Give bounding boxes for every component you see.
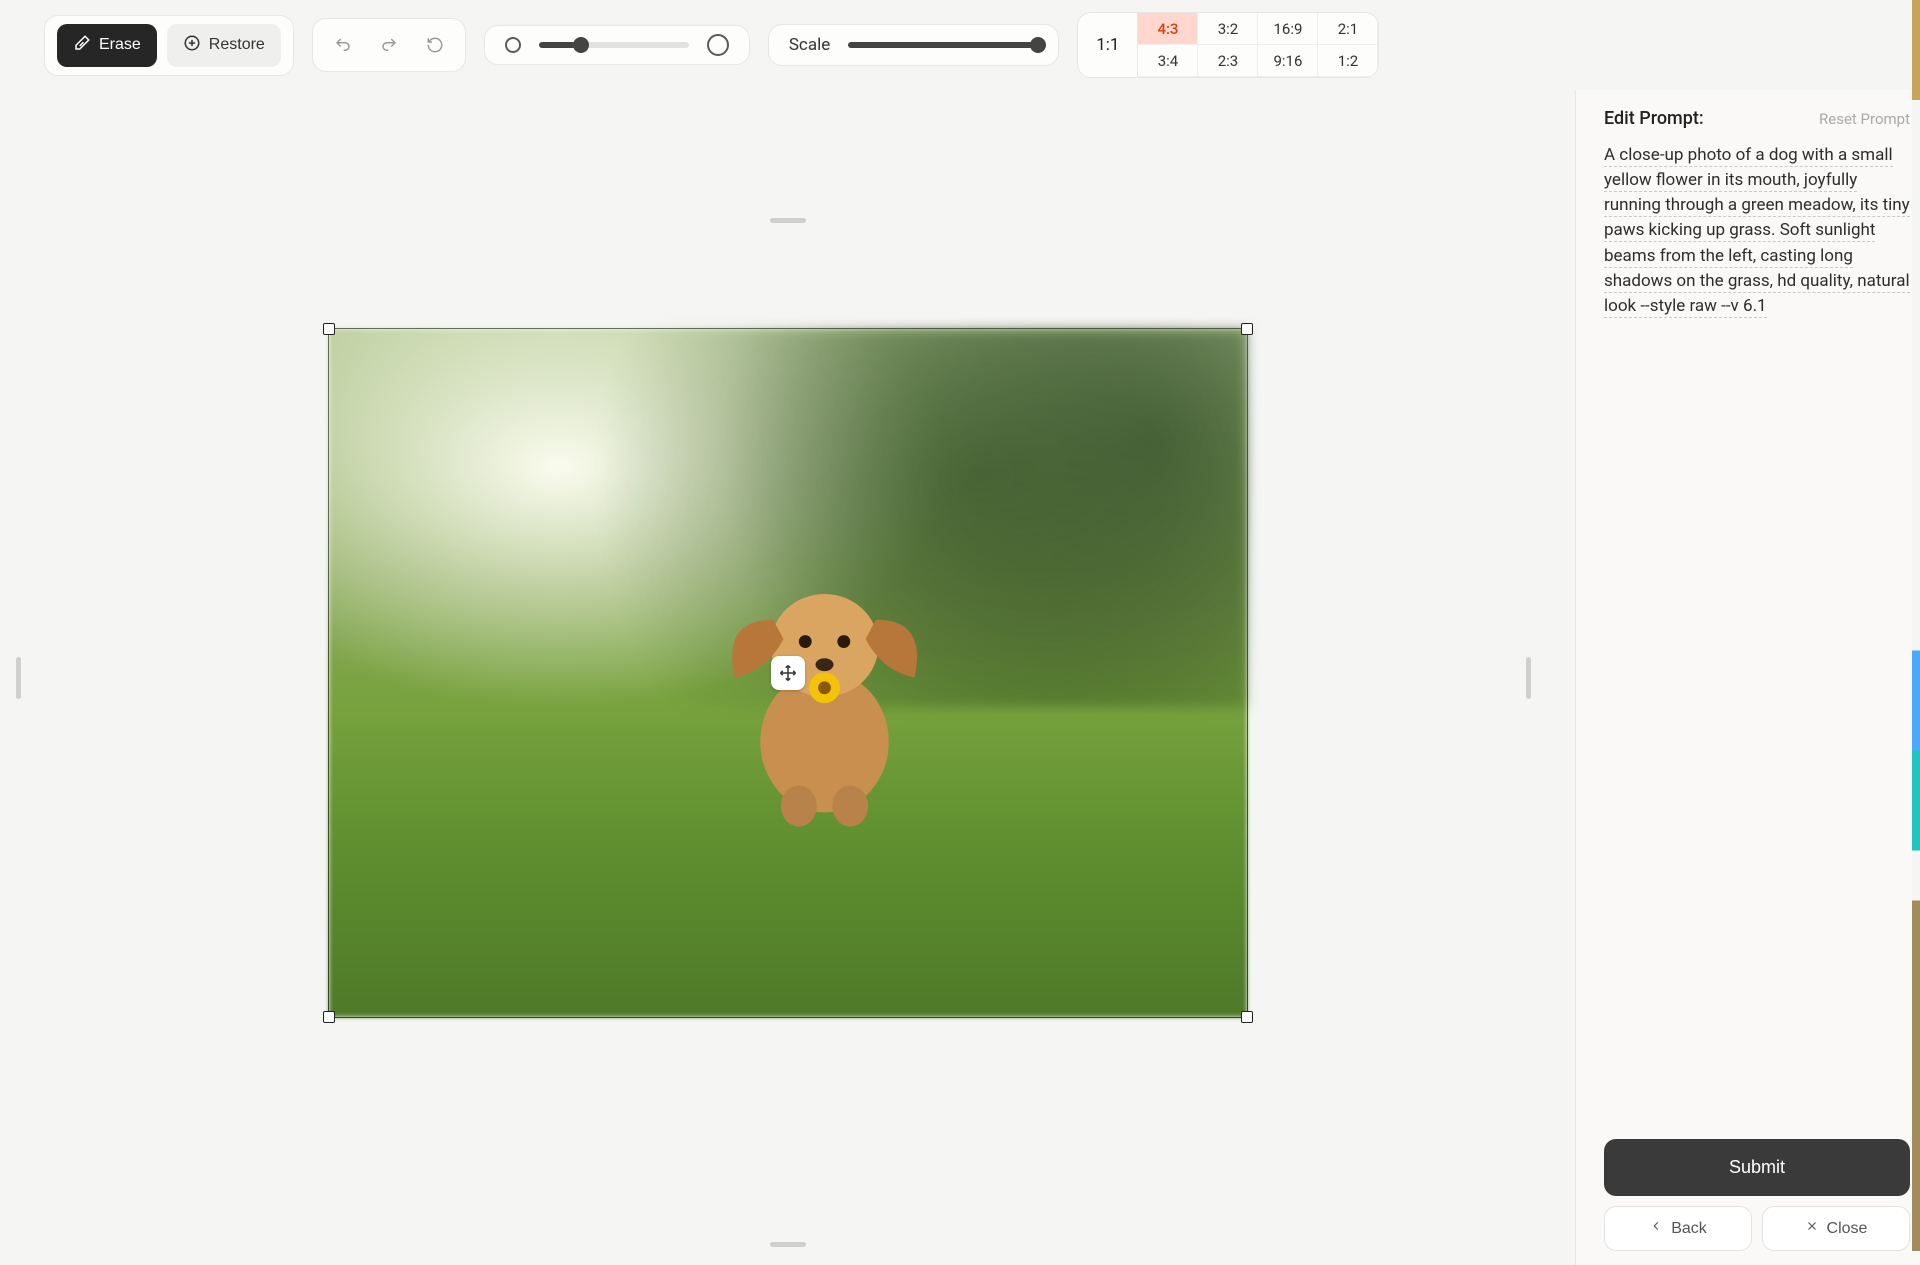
aspect-ratio-3-2[interactable]: 3:2 — [1198, 13, 1258, 45]
chevron-left-icon — [1649, 1219, 1663, 1238]
prompt-text[interactable]: A close-up photo of a dog with a small y… — [1604, 143, 1910, 319]
resize-handle-top-left[interactable] — [323, 323, 335, 335]
brush-size-slider[interactable] — [539, 42, 689, 48]
thumbnail-strip[interactable] — [1912, 0, 1920, 1251]
submit-button[interactable]: Submit — [1604, 1139, 1910, 1196]
resize-handle-bottom-right[interactable] — [1241, 1011, 1253, 1023]
canvas-edge-top[interactable] — [770, 218, 806, 223]
redo-button[interactable] — [371, 27, 407, 63]
restore-label: Restore — [209, 36, 265, 54]
panel-handle-right[interactable] — [1526, 657, 1531, 699]
aspect-ratio-grid: 4:3 3:2 16:9 2:1 3:4 2:3 9:16 1:2 — [1138, 13, 1378, 77]
aspect-ratio-2-3[interactable]: 2:3 — [1198, 45, 1258, 77]
prompt-panel-title: Edit Prompt: — [1604, 108, 1704, 129]
aspect-ratio-group: 1:1 4:3 3:2 16:9 2:1 3:4 2:3 9:16 1:2 — [1077, 12, 1379, 78]
reset-prompt-button[interactable]: Reset Prompt — [1819, 110, 1910, 128]
resize-handle-top-right[interactable] — [1241, 323, 1253, 335]
move-handle[interactable] — [771, 656, 805, 690]
image-selection-frame[interactable] — [328, 328, 1248, 1018]
canvas-edge-bottom[interactable] — [770, 1242, 806, 1247]
resize-handle-bottom-left[interactable] — [323, 1011, 335, 1023]
canvas-area — [0, 90, 1575, 1265]
brush-large-icon — [707, 34, 729, 56]
aspect-ratio-1-2[interactable]: 1:2 — [1318, 45, 1378, 77]
scale-label: Scale — [789, 35, 830, 55]
aspect-ratio-1-1[interactable]: 1:1 — [1078, 13, 1138, 77]
scale-group: Scale — [768, 24, 1059, 66]
plus-circle-icon — [183, 34, 201, 57]
erase-button[interactable]: Erase — [57, 24, 157, 67]
erase-restore-group: Erase Restore — [44, 15, 294, 76]
aspect-ratio-9-16[interactable]: 9:16 — [1258, 45, 1318, 77]
brush-small-icon — [505, 37, 521, 53]
scale-slider[interactable] — [848, 42, 1038, 48]
top-toolbar: Erase Restore Scale — [0, 0, 1920, 90]
aspect-ratio-2-1[interactable]: 2:1 — [1318, 13, 1378, 45]
brush-size-group — [484, 25, 750, 65]
erase-label: Erase — [99, 36, 141, 54]
undo-button[interactable] — [325, 27, 361, 63]
main-area: Edit Prompt: Reset Prompt A close-up pho… — [0, 90, 1920, 1265]
aspect-ratio-4-3[interactable]: 4:3 — [1138, 13, 1198, 45]
close-button[interactable]: Close — [1762, 1206, 1910, 1251]
aspect-ratio-16-9[interactable]: 16:9 — [1258, 13, 1318, 45]
canvas-dog-illustration — [696, 549, 953, 832]
panel-handle-left[interactable] — [16, 657, 21, 699]
aspect-ratio-3-4[interactable]: 3:4 — [1138, 45, 1198, 77]
prompt-panel: Edit Prompt: Reset Prompt A close-up pho… — [1575, 90, 1920, 1265]
restore-button[interactable]: Restore — [167, 24, 281, 67]
reset-button[interactable] — [417, 27, 453, 63]
history-group — [312, 18, 466, 72]
eraser-icon — [73, 34, 91, 57]
back-button[interactable]: Back — [1604, 1206, 1752, 1251]
close-icon — [1805, 1219, 1819, 1238]
